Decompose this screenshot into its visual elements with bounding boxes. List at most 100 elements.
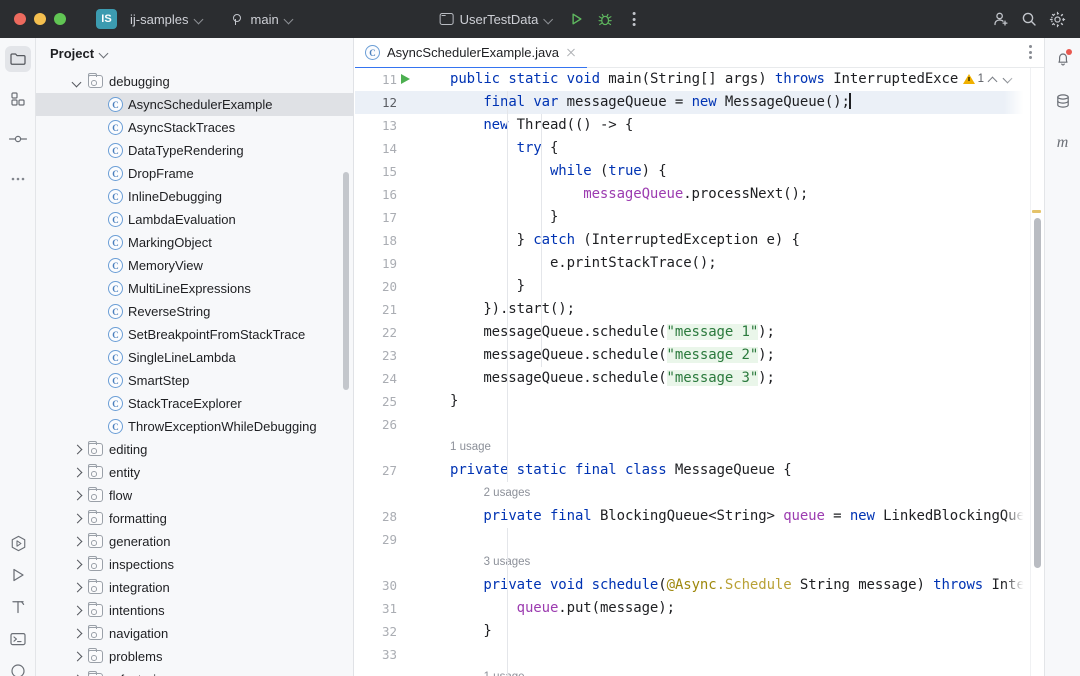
- tree-class-row[interactable]: C InlineDebugging: [36, 185, 354, 208]
- chevron-right-icon[interactable]: [70, 673, 84, 676]
- chevron-down-icon[interactable]: [100, 49, 109, 58]
- editor-tab-asyncschedulerexample[interactable]: C AsyncSchedulerExample.java: [355, 38, 587, 69]
- project-tool-window-button[interactable]: [4, 46, 31, 72]
- code-hint-row[interactable]: 2 usages: [355, 482, 1044, 505]
- chevron-right-icon[interactable]: [70, 466, 84, 480]
- tree-folder-row[interactable]: generation: [36, 530, 354, 553]
- code-line[interactable]: 30 private void schedule(@Async.Schedule…: [355, 574, 1044, 597]
- project-name-dropdown[interactable]: ij-samples: [123, 9, 211, 30]
- next-problem-icon[interactable]: [1002, 73, 1014, 85]
- tree-class-row[interactable]: C DropFrame: [36, 162, 354, 185]
- chevron-right-icon[interactable]: [70, 512, 84, 526]
- debug-button[interactable]: [592, 6, 618, 32]
- code-line[interactable]: 11 public static void main(String[] args)…: [355, 68, 1044, 91]
- chevron-right-icon[interactable]: [70, 627, 84, 641]
- code-line[interactable]: 32 }: [355, 620, 1044, 643]
- tree-class-row[interactable]: C SingleLineLambda: [36, 346, 354, 369]
- previous-problem-icon[interactable]: [987, 73, 999, 85]
- code-line[interactable]: 27 private static final class MessageQueu…: [355, 459, 1044, 482]
- tree-folder-row[interactable]: debugging: [36, 70, 354, 93]
- editor-marker-bar[interactable]: [1030, 68, 1044, 676]
- tree-class-row[interactable]: C MemoryView: [36, 254, 354, 277]
- close-icon[interactable]: [565, 46, 578, 59]
- run-configuration-selector[interactable]: UserTestData: [433, 9, 561, 30]
- tree-folder-row[interactable]: integration: [36, 576, 354, 599]
- code-line[interactable]: 28 private final BlockingQueue<String> q…: [355, 505, 1044, 528]
- code-line[interactable]: 22 messageQueue.schedule("message 1");: [355, 321, 1044, 344]
- warning-marker[interactable]: [1032, 210, 1041, 213]
- project-tree-scrollbar[interactable]: [343, 172, 349, 390]
- code-hint-row[interactable]: 1 usage: [355, 666, 1044, 676]
- code-line[interactable]: 15 while (true) {: [355, 160, 1044, 183]
- tree-folder-row[interactable]: inspections: [36, 553, 354, 576]
- tree-class-row[interactable]: C LambdaEvaluation: [36, 208, 354, 231]
- code-line[interactable]: 17 }: [355, 206, 1044, 229]
- more-tool-windows-button[interactable]: [5, 166, 31, 192]
- run-tool-window-button[interactable]: [5, 530, 31, 556]
- run-button[interactable]: [563, 6, 589, 32]
- tree-folder-row[interactable]: navigation: [36, 622, 354, 645]
- minimize-window-button[interactable]: [34, 13, 46, 25]
- tree-class-row[interactable]: C ReverseString: [36, 300, 354, 323]
- project-panel-header[interactable]: Project: [36, 38, 353, 68]
- debug-tool-window-button[interactable]: [5, 562, 31, 588]
- editor-scrollbar-thumb[interactable]: [1033, 218, 1041, 568]
- chevron-down-icon[interactable]: [70, 75, 84, 89]
- terminal-tool-window-button[interactable]: [5, 626, 31, 652]
- code-line[interactable]: 21 }).start();: [355, 298, 1044, 321]
- project-tree[interactable]: debugging C AsyncSchedulerExample C AsyncSta…: [36, 70, 354, 676]
- usage-hint[interactable]: 1 usage: [484, 666, 525, 676]
- tree-folder-row[interactable]: refactoring: [36, 668, 354, 676]
- chevron-right-icon[interactable]: [70, 558, 84, 572]
- tree-class-row[interactable]: C AsyncSchedulerExample: [36, 93, 354, 116]
- tree-folder-row[interactable]: flow: [36, 484, 354, 507]
- chevron-right-icon[interactable]: [70, 604, 84, 618]
- window-controls[interactable]: [0, 13, 66, 25]
- code-line[interactable]: 25}: [355, 390, 1044, 413]
- code-line[interactable]: 24 messageQueue.schedule("message 3");: [355, 367, 1044, 390]
- code-line[interactable]: 12 final var messageQueue = new MessageQ…: [355, 91, 1044, 114]
- code-line[interactable]: 19 e.printStackTrace();: [355, 252, 1044, 275]
- tree-folder-row[interactable]: intentions: [36, 599, 354, 622]
- chevron-right-icon[interactable]: [70, 650, 84, 664]
- code-line[interactable]: 23 messageQueue.schedule("message 2");: [355, 344, 1044, 367]
- usage-hint[interactable]: 1 usage: [450, 436, 491, 459]
- tree-class-row[interactable]: C SmartStep: [36, 369, 354, 392]
- notifications-tool-window-button[interactable]: [1050, 46, 1076, 72]
- tree-folder-row[interactable]: editing: [36, 438, 354, 461]
- account-button[interactable]: [988, 6, 1014, 32]
- inspections-widget[interactable]: 1: [962, 73, 1014, 85]
- code-hint-row[interactable]: 3 usages: [355, 551, 1044, 574]
- code-line[interactable]: 13 new Thread(() -> {: [355, 114, 1044, 137]
- code-line[interactable]: 18 } catch (InterruptedException e) {: [355, 229, 1044, 252]
- code-line[interactable]: 31 queue.put(message);: [355, 597, 1044, 620]
- tree-folder-row[interactable]: formatting: [36, 507, 354, 530]
- tree-class-row[interactable]: C AsyncStackTraces: [36, 116, 354, 139]
- usage-hint[interactable]: 2 usages: [484, 482, 531, 505]
- maximize-window-button[interactable]: [54, 13, 66, 25]
- code-line[interactable]: 33: [355, 643, 1044, 666]
- structure-tool-window-button[interactable]: [5, 86, 31, 112]
- code-line[interactable]: 20 }: [355, 275, 1044, 298]
- search-everywhere-button[interactable]: [1016, 6, 1042, 32]
- code-hint-row[interactable]: 1 usage: [355, 436, 1044, 459]
- tree-class-row[interactable]: C SetBreakpointFromStackTrace: [36, 323, 354, 346]
- services-tool-window-button[interactable]: [5, 658, 31, 676]
- code-line[interactable]: 16 messageQueue.processNext();: [355, 183, 1044, 206]
- code-line[interactable]: 29: [355, 528, 1044, 551]
- gutter-run-icon[interactable]: [401, 74, 410, 84]
- editor-tab-options-button[interactable]: [1029, 45, 1032, 59]
- tree-class-row[interactable]: C DataTypeRendering: [36, 139, 354, 162]
- build-tool-window-button[interactable]: [5, 594, 31, 620]
- maven-tool-window-button[interactable]: m: [1050, 130, 1076, 156]
- code-line[interactable]: 14 try {: [355, 137, 1044, 160]
- tree-class-row[interactable]: C StackTraceExplorer: [36, 392, 354, 415]
- chevron-right-icon[interactable]: [70, 443, 84, 457]
- tree-class-row[interactable]: C MultiLineExpressions: [36, 277, 354, 300]
- code-editor[interactable]: 11 public static void main(String[] args)…: [355, 68, 1044, 676]
- close-window-button[interactable]: [14, 13, 26, 25]
- tree-folder-row[interactable]: problems: [36, 645, 354, 668]
- code-line[interactable]: 26: [355, 413, 1044, 436]
- chevron-right-icon[interactable]: [70, 489, 84, 503]
- chevron-right-icon[interactable]: [70, 581, 84, 595]
